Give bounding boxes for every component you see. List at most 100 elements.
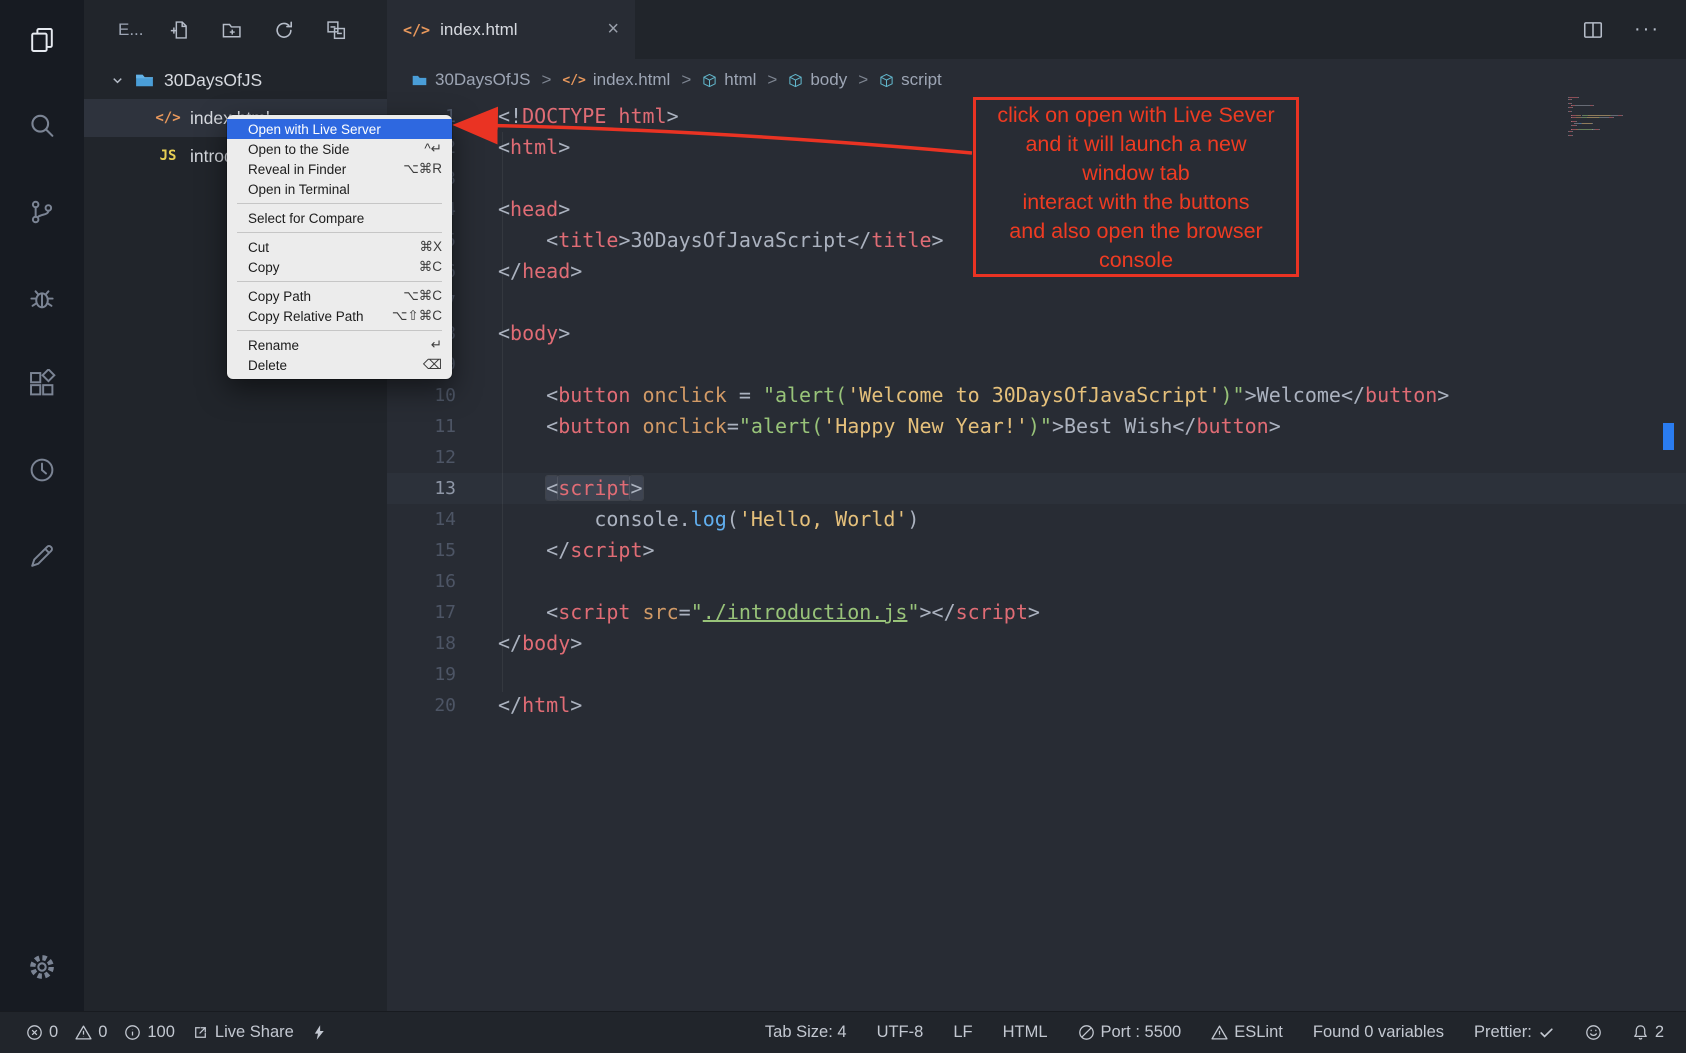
code-line-14[interactable]: 14 console.log('Hello, World') (387, 504, 1686, 535)
menu-item-shortcut: ↵ (431, 337, 442, 353)
status-item-lightning-icon[interactable] (311, 1024, 328, 1041)
folder-row-30daysofjs[interactable]: 30DaysOfJS (84, 61, 387, 99)
error-icon (26, 1024, 43, 1041)
code-line-9[interactable]: 9 (387, 349, 1686, 380)
smiley-icon (1585, 1024, 1602, 1041)
menu-item-shortcut: ⌥⌘C (403, 288, 442, 304)
split-editor-icon[interactable] (1582, 19, 1604, 41)
menu-separator (237, 281, 442, 282)
menu-item-select-for-compare[interactable]: Select for Compare (227, 208, 452, 228)
more-actions-icon[interactable]: ··· (1634, 18, 1660, 41)
tab-index-html[interactable]: </> index.html × (387, 0, 635, 59)
symbol-cube-icon (702, 73, 717, 88)
source-control-icon[interactable] (18, 188, 66, 236)
status-label: Port : 5500 (1101, 1023, 1182, 1042)
line-number: 18 (387, 628, 456, 659)
line-number: 14 (387, 504, 456, 535)
menu-item-open-with-live-server[interactable]: Open with Live Server (227, 119, 452, 139)
status-item-eslint[interactable]: ESLint (1211, 1023, 1283, 1042)
code-line-15[interactable]: 15 </script> (387, 535, 1686, 566)
history-icon[interactable] (18, 446, 66, 494)
menu-item-cut[interactable]: Cut⌘X (227, 237, 452, 257)
menu-item-shortcut: ⌥⌘R (403, 161, 442, 177)
menu-item-label: Open to the Side (248, 142, 349, 157)
menu-item-label: Open with Live Server (248, 122, 381, 137)
status-left: 00 100 Live Share (26, 1023, 328, 1042)
status-item-0[interactable]: 0 (75, 1023, 107, 1042)
port-icon (1078, 1024, 1095, 1041)
status-item-prettier-[interactable]: Prettier: (1474, 1023, 1555, 1042)
info-icon (124, 1024, 141, 1041)
chevron-down-icon (110, 73, 125, 88)
close-tab-icon[interactable]: × (607, 18, 619, 41)
code-line-10[interactable]: 10 <button onclick = "alert('Welcome to … (387, 380, 1686, 411)
explorer-icon[interactable] (18, 16, 66, 64)
status-item-2[interactable]: 2 (1632, 1023, 1664, 1042)
status-bar: 00 100 Live Share Tab Size: 4 UTF-8 LF HTML Po… (0, 1011, 1686, 1053)
new-file-icon[interactable] (169, 19, 191, 41)
status-item-smiley-icon[interactable] (1585, 1024, 1602, 1041)
menu-item-open-in-terminal[interactable]: Open in Terminal (227, 179, 452, 199)
menu-item-rename[interactable]: Rename↵ (227, 335, 452, 355)
code-line-11[interactable]: 11 <button onclick="alert('Happy New Yea… (387, 411, 1686, 442)
code-line-12[interactable]: 12 (387, 442, 1686, 473)
folder-icon (411, 72, 428, 89)
menu-separator (237, 330, 442, 331)
status-item-lf[interactable]: LF (953, 1023, 972, 1042)
status-item-0[interactable]: 0 (26, 1023, 58, 1042)
code-line-18[interactable]: 18</body> (387, 628, 1686, 659)
status-right: Tab Size: 4 UTF-8 LF HTML Port : 5500 ESLint F… (765, 1023, 1664, 1042)
code-line-19[interactable]: 19 (387, 659, 1686, 690)
menu-item-copy-path[interactable]: Copy Path⌥⌘C (227, 286, 452, 306)
menu-item-label: Open in Terminal (248, 182, 350, 197)
code-line-8[interactable]: 8<body> (387, 318, 1686, 349)
status-item-html[interactable]: HTML (1003, 1023, 1048, 1042)
menu-item-open-to-the-side[interactable]: Open to the Side ^↵ (227, 139, 452, 159)
menu-item-label: Copy Relative Path (248, 309, 364, 324)
collapse-folders-icon[interactable] (325, 19, 347, 41)
menu-item-copy[interactable]: Copy⌘C (227, 257, 452, 277)
extensions-icon[interactable] (18, 360, 66, 408)
feedback-pen-icon[interactable] (18, 532, 66, 580)
breadcrumb-separator: > (681, 70, 691, 90)
breadcrumb-label: html (724, 70, 756, 90)
code-line-13[interactable]: 13 <script> (387, 473, 1686, 504)
search-icon[interactable] (18, 102, 66, 150)
eslint-warning-icon (1211, 1024, 1228, 1041)
breadcrumb-item-body[interactable]: body (788, 70, 847, 90)
line-number: 15 (387, 535, 456, 566)
status-item-found-0-variables[interactable]: Found 0 variables (1313, 1023, 1444, 1042)
annotation-line: click on open with Live Sever (976, 101, 1296, 130)
menu-item-reveal-in-finder[interactable]: Reveal in Finder ⌥⌘R (227, 159, 452, 179)
annotation-line: and it will launch a new (976, 130, 1296, 159)
menu-item-copy-relative-path[interactable]: Copy Relative Path⌥⇧⌘C (227, 306, 452, 326)
code-line-20[interactable]: 20</html> (387, 690, 1686, 721)
menu-item-delete[interactable]: Delete⌫ (227, 355, 452, 375)
line-number: 19 (387, 659, 456, 690)
breadcrumb-item-index.html[interactable]: </>index.html (562, 70, 670, 90)
status-item-utf-8[interactable]: UTF-8 (877, 1023, 924, 1042)
code-line-7[interactable]: 7 (387, 287, 1686, 318)
code-line-16[interactable]: 16 (387, 566, 1686, 597)
breadcrumb-item-30DaysOfJS[interactable]: 30DaysOfJS (411, 70, 530, 90)
refresh-explorer-icon[interactable] (273, 19, 295, 41)
breadcrumb-item-html[interactable]: html (702, 70, 756, 90)
breadcrumb-separator: > (767, 70, 777, 90)
breadcrumb: 30DaysOfJS></>index.html>html>body>scrip… (387, 59, 1686, 101)
html-file-icon: </> (562, 73, 585, 88)
run-debug-icon[interactable] (18, 274, 66, 322)
menu-item-label: Reveal in Finder (248, 162, 346, 177)
status-item-port-5500[interactable]: Port : 5500 (1078, 1023, 1182, 1042)
status-item-live-share[interactable]: Live Share (192, 1023, 294, 1042)
status-label: Prettier: (1474, 1023, 1532, 1042)
new-folder-icon[interactable] (221, 19, 243, 41)
menu-item-shortcut: ^↵ (424, 141, 442, 157)
code-line-17[interactable]: 17 <script src="./introduction.js"></scr… (387, 597, 1686, 628)
status-item-tab-size-4[interactable]: Tab Size: 4 (765, 1023, 847, 1042)
status-label: LF (953, 1023, 972, 1042)
status-item-100[interactable]: 100 (124, 1023, 175, 1042)
breadcrumb-item-script[interactable]: script (879, 70, 942, 90)
root-folder-label: 30DaysOfJS (164, 70, 262, 91)
settings-gear-icon[interactable] (18, 943, 66, 991)
minimap[interactable] (1568, 97, 1656, 137)
